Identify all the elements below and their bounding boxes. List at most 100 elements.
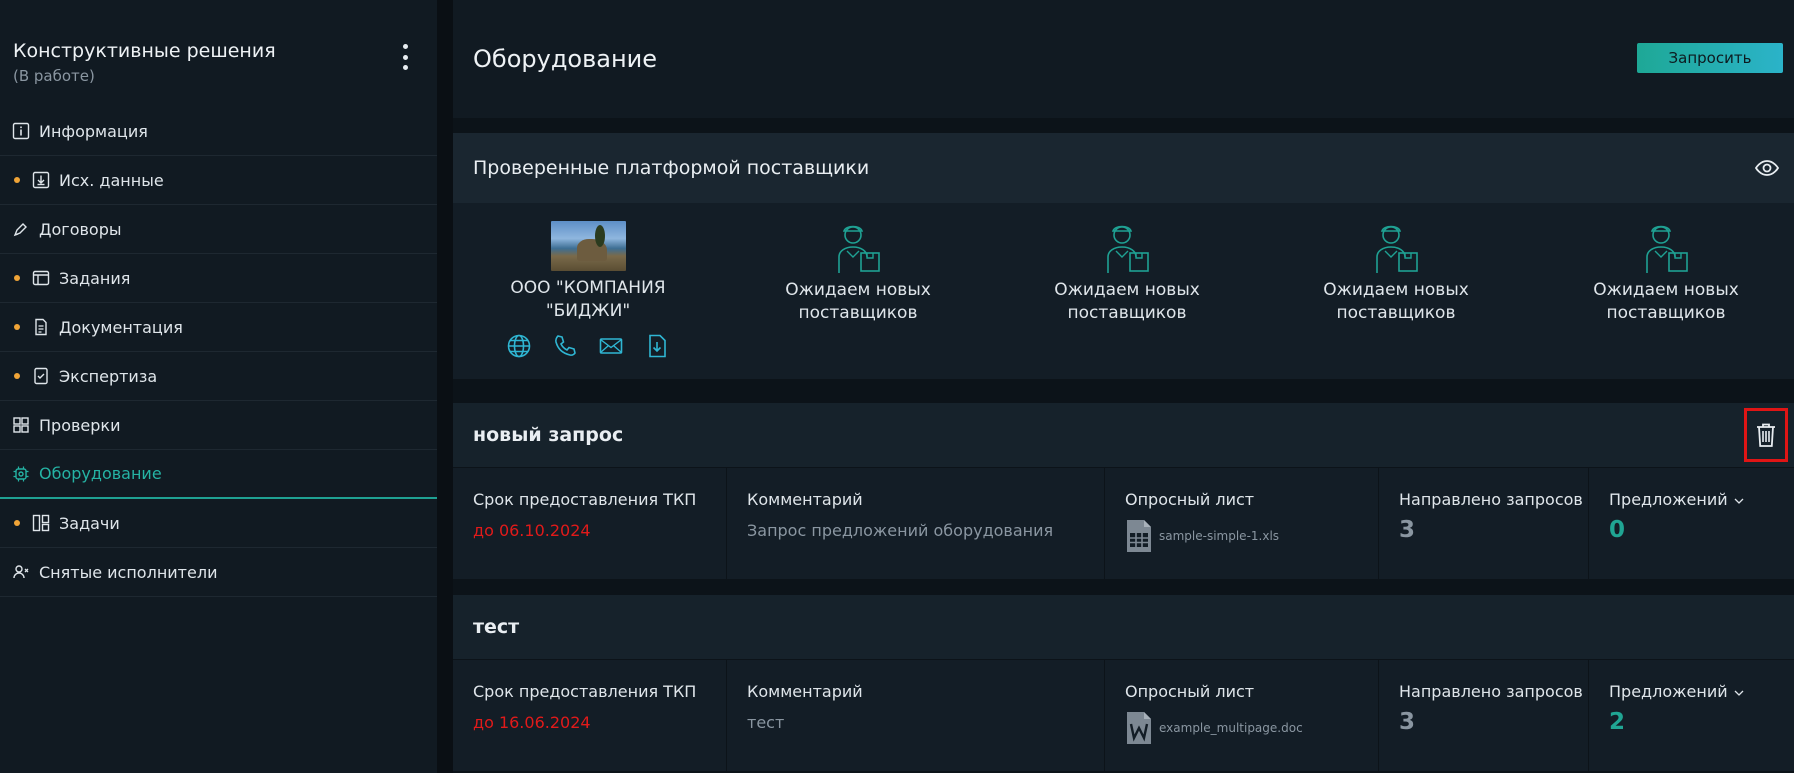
request-card: тест Срок предоставления ТКП до 16.06.20… [453,595,1794,772]
status-dot [14,177,20,183]
sidebar-item-expertise[interactable]: Экспертиза [0,352,437,401]
document-icon [32,318,50,336]
mail-icon[interactable] [598,333,624,359]
suppliers-header: Проверенные платформой поставщики [453,133,1794,203]
sidebar-item-removed-performers[interactable]: Снятые исполнители [0,548,437,597]
request-details: Срок предоставления ТКП до 16.06.2024 Ко… [453,659,1794,772]
sidebar-item-label: Задачи [59,513,120,533]
comment-value: Запрос предложений оборудования [747,521,1054,540]
kebab-menu-icon[interactable] [394,44,416,70]
supplier-logo [550,221,626,271]
offers-label[interactable]: Предложений [1609,490,1794,509]
comment-column: Комментарий Запрос предложений оборудова… [727,468,1105,580]
request-button[interactable]: Запросить [1637,43,1783,73]
supplier-placeholder: Ожидаем новых поставщиков [758,221,958,325]
sidebar-item-tasks-assign[interactable]: Задания [0,254,437,303]
offers-value: 2 [1609,709,1626,735]
sent-label: Направлено запросов [1399,682,1583,701]
sidebar-item-label: Информация [39,121,148,141]
sidebar-item-tasks[interactable]: Задачи [0,499,437,548]
questionnaire-column: Опросный лист example_multipage.doc [1105,660,1379,772]
phone-icon[interactable] [552,333,578,359]
offers-column[interactable]: Предложений 0 [1589,468,1794,580]
sidebar-item-label: Экспертиза [59,366,158,386]
suppliers-row: ООО "КОМПАНИЯ "БИДЖИ" Ожидаем новых пост… [453,203,1794,379]
comment-value: тест [747,713,785,732]
kanban-icon [32,514,50,532]
chevron-down-icon [1734,498,1744,504]
pen-icon [12,220,30,238]
verified-suppliers-card: Проверенные платформой поставщики ООО "К… [453,133,1794,379]
sidebar-item-label: Исх. данные [59,170,164,190]
status-dot [14,275,20,281]
request-details: Срок предоставления ТКП до 06.10.2024 Ко… [453,467,1794,580]
request-card: новый запрос Срок предоставления ТКП до … [453,403,1794,580]
sidebar-item-checks[interactable]: Проверки [0,401,437,450]
deadline-label: Срок предоставления ТКП [473,490,697,509]
deadline-value: до 16.06.2024 [473,713,591,732]
questionnaire-file[interactable]: sample-simple-1.xls [1125,519,1378,553]
main-content: Оборудование Запросить Проверенные платф… [453,0,1794,773]
sent-value: 3 [1399,517,1416,543]
grid-icon [12,416,30,434]
placeholder-line2: поставщиков [798,303,918,323]
trash-icon [1757,423,1775,447]
placeholder-line1: Ожидаем новых [1054,280,1200,300]
sidebar-item-equipment[interactable]: Оборудование [0,450,437,499]
sidebar-item-label: Документация [59,317,183,337]
sidebar-item-label: Проверки [39,415,121,435]
sidebar-item-documentation[interactable]: Документация [0,303,437,352]
courier-icon [1376,225,1418,273]
offers-column[interactable]: Предложений 2 [1589,660,1794,772]
chevron-down-icon [1734,690,1744,696]
supplier-contacts [488,333,688,359]
sidebar-item-label: Оборудование [39,464,162,483]
deadline-value: до 06.10.2024 [473,521,591,540]
courier-icon [1646,225,1688,273]
file-name: sample-simple-1.xls [1159,529,1280,543]
supplier-company[interactable]: ООО "КОМПАНИЯ "БИДЖИ" [488,221,688,359]
deadline-label: Срок предоставления ТКП [473,682,697,701]
project-status: (В работе) [13,67,95,85]
sidebar-item-label: Снятые исполнители [39,562,218,582]
supplier-placeholder: Ожидаем новых поставщиков [1296,221,1496,325]
request-header: новый запрос [453,403,1794,467]
courier-icon [838,225,880,273]
status-dot [14,373,20,379]
sidebar-item-source-data[interactable]: Исх. данные [0,156,437,205]
spreadsheet-file-icon [1127,520,1151,552]
questionnaire-file[interactable]: example_multipage.doc [1125,711,1378,745]
request-title: тест [473,616,520,638]
placeholder-line1: Ожидаем новых [1323,280,1469,300]
supplier-placeholder: Ожидаем новых поставщиков [1566,221,1766,325]
sidebar-item-label: Задания [59,268,131,288]
offers-label[interactable]: Предложений [1609,682,1794,701]
placeholder-line2: поставщиков [1336,303,1456,323]
user-remove-icon [12,563,30,581]
delete-request-button[interactable] [1744,408,1788,462]
sent-column: Направлено запросов 3 [1379,468,1589,580]
request-title: новый запрос [473,424,624,446]
sidebar-item-label: Договоры [39,219,122,239]
placeholder-line2: поставщиков [1606,303,1726,323]
sidebar-item-contracts[interactable]: Договоры [0,205,437,254]
sent-column: Направлено запросов 3 [1379,660,1589,772]
supplier-name-line1: ООО "КОМПАНИЯ [510,278,666,298]
eye-icon[interactable] [1754,155,1780,181]
sidebar-item-info[interactable]: Информация [0,107,437,156]
status-dot [14,324,20,330]
comment-label: Комментарий [747,490,863,509]
info-icon [12,122,30,140]
sidebar-divider [437,0,453,773]
chip-icon [12,465,30,483]
download-box-icon [32,171,50,189]
sent-value: 3 [1399,709,1416,735]
offers-value: 0 [1609,517,1626,543]
download-file-icon[interactable] [644,333,670,359]
globe-icon[interactable] [506,333,532,359]
word-file-icon [1127,712,1151,744]
comment-column: Комментарий тест [727,660,1105,772]
page-title: Оборудование [473,45,657,73]
file-name: example_multipage.doc [1159,721,1303,735]
suppliers-title: Проверенные платформой поставщики [473,157,870,179]
